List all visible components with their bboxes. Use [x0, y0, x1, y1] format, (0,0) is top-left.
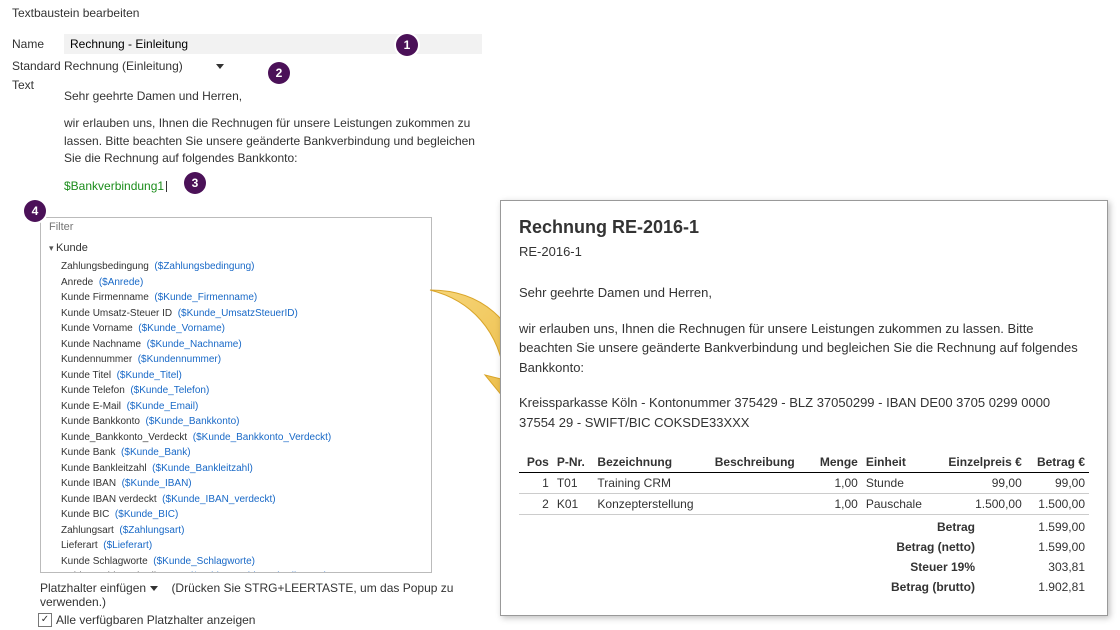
tree-item[interactable]: Kunde Bankleitzahl ($Kunde_Bankleitzahl) — [61, 461, 425, 477]
tree-item[interactable]: Anrede ($Anrede) — [61, 275, 425, 291]
th-einheit: Einheit — [862, 452, 934, 473]
placeholder-tree[interactable]: Kunde Zahlungsbedingung ($Zahlungsbeding… — [41, 236, 431, 572]
text-block-editor: Textbaustein bearbeiten Name Standard Re… — [12, 6, 482, 627]
tree-item[interactable]: Kundennummer ($Kundennummer) — [61, 352, 425, 368]
tree-item[interactable]: Kunde Firmenname ($Kunde_Firmenname) — [61, 290, 425, 306]
body-textarea[interactable]: Sehr geehrte Damen und Herren, wir erlau… — [64, 88, 482, 205]
annotation-badge-1: 1 — [396, 34, 418, 56]
table-row: 2K01Konzepterstellung1,00Pauschale1.500,… — [519, 494, 1089, 515]
editor-title: Textbaustein bearbeiten — [12, 6, 482, 20]
tree-item[interactable]: Kunde Titel ($Kunde_Titel) — [61, 368, 425, 384]
th-bez: Bezeichnung — [593, 452, 710, 473]
name-input[interactable] — [64, 34, 482, 54]
insert-placeholder-link[interactable]: Platzhalter einfügen — [40, 581, 146, 595]
tree-item[interactable]: Kunde Umsatz-Steuer ID ($Kunde_UmsatzSte… — [61, 306, 425, 322]
th-pos: Pos — [519, 452, 553, 473]
th-besch: Beschreibung — [711, 452, 810, 473]
total-row: Betrag (brutto)1.902,81 — [519, 577, 1089, 597]
show-all-checkbox[interactable]: ✓ — [38, 613, 52, 627]
tree-item[interactable]: Kunde E-Mail ($Kunde_Email) — [61, 399, 425, 415]
placeholder-popup: Kunde Zahlungsbedingung ($Zahlungsbeding… — [40, 217, 432, 573]
tree-item[interactable]: Kunde Bankkonto ($Kunde_Bankkonto) — [61, 414, 425, 430]
tree-item[interactable]: Kunde BIC ($Kunde_BIC) — [61, 507, 425, 523]
th-ep: Einzelpreis € — [934, 452, 1026, 473]
tree-item[interactable]: Zahlungsart ($Zahlungsart) — [61, 523, 425, 539]
chevron-down-icon — [216, 64, 224, 69]
tree-item[interactable]: Kunde Telefon ($Kunde_Telefon) — [61, 383, 425, 399]
total-row: Steuer 19%303,81 — [519, 557, 1089, 577]
tree-item[interactable]: Kunde Nachname ($Kunde_Nachname) — [61, 337, 425, 353]
total-row: Betrag1.599,00 — [519, 517, 1089, 537]
tree-item[interactable]: Kunde Bank ($Kunde_Bank) — [61, 445, 425, 461]
show-all-label: Alle verfügbaren Platzhalter anzeigen — [56, 613, 255, 627]
tree-item[interactable]: Lieferart ($Lieferart) — [61, 538, 425, 554]
annotation-badge-4: 4 — [24, 200, 46, 222]
name-label: Name — [12, 37, 64, 51]
th-pnr: P-Nr. — [553, 452, 594, 473]
tree-item[interactable]: Debitor Zahlungsbedingung ($Debitor_Zahl… — [61, 569, 425, 572]
table-row: 1T01Training CRM1,00Stunde99,0099,00 — [519, 473, 1089, 494]
annotation-badge-3: 3 — [184, 172, 206, 194]
chevron-down-icon — [150, 586, 158, 591]
standard-select[interactable]: Rechnung (Einleitung) — [64, 58, 224, 74]
th-menge: Menge — [810, 452, 862, 473]
annotation-badge-2: 2 — [268, 62, 290, 84]
tree-group-kunde[interactable]: Kunde — [49, 240, 425, 257]
invoice-preview: Rechnung RE-2016-1 RE-2016-1 Sehr geehrt… — [500, 200, 1108, 616]
total-row: Betrag (netto)1.599,00 — [519, 537, 1089, 557]
invoice-totals: Betrag1.599,00Betrag (netto)1.599,00Steu… — [519, 517, 1089, 597]
doc-bankinfo: Kreissparkasse Köln - Kontonummer 375429… — [519, 393, 1089, 432]
doc-subtitle: RE-2016-1 — [519, 244, 1089, 259]
tree-item[interactable]: Kunde IBAN ($Kunde_IBAN) — [61, 476, 425, 492]
text-label: Text — [12, 78, 64, 92]
filter-input[interactable] — [47, 220, 425, 234]
doc-salutation: Sehr geehrte Damen und Herren, — [519, 283, 1089, 303]
body-line2: wir erlauben uns, Ihnen die Rechnugen fü… — [64, 115, 482, 167]
body-line1: Sehr geehrte Damen und Herren, — [64, 88, 482, 105]
tree-item[interactable]: Kunde IBAN verdeckt ($Kunde_IBAN_verdeck… — [61, 492, 425, 508]
invoice-table: Pos P-Nr. Bezeichnung Beschreibung Menge… — [519, 452, 1089, 515]
tree-item[interactable]: Kunde Schlagworte ($Kunde_Schlagworte) — [61, 554, 425, 570]
standard-value: Rechnung (Einleitung) — [64, 59, 183, 73]
tree-item[interactable]: Zahlungsbedingung ($Zahlungsbedingung) — [61, 259, 425, 275]
inline-placeholder: $Bankverbindung1 — [64, 179, 164, 193]
doc-title: Rechnung RE-2016-1 — [519, 217, 1089, 238]
doc-intro: wir erlauben uns, Ihnen die Rechnugen fü… — [519, 319, 1089, 378]
tree-item[interactable]: Kunde Vorname ($Kunde_Vorname) — [61, 321, 425, 337]
tree-item[interactable]: Kunde_Bankkonto_Verdeckt ($Kunde_Bankkon… — [61, 430, 425, 446]
text-cursor — [166, 181, 167, 192]
th-betrag: Betrag € — [1026, 452, 1089, 473]
standard-label: Standard — [12, 59, 64, 73]
